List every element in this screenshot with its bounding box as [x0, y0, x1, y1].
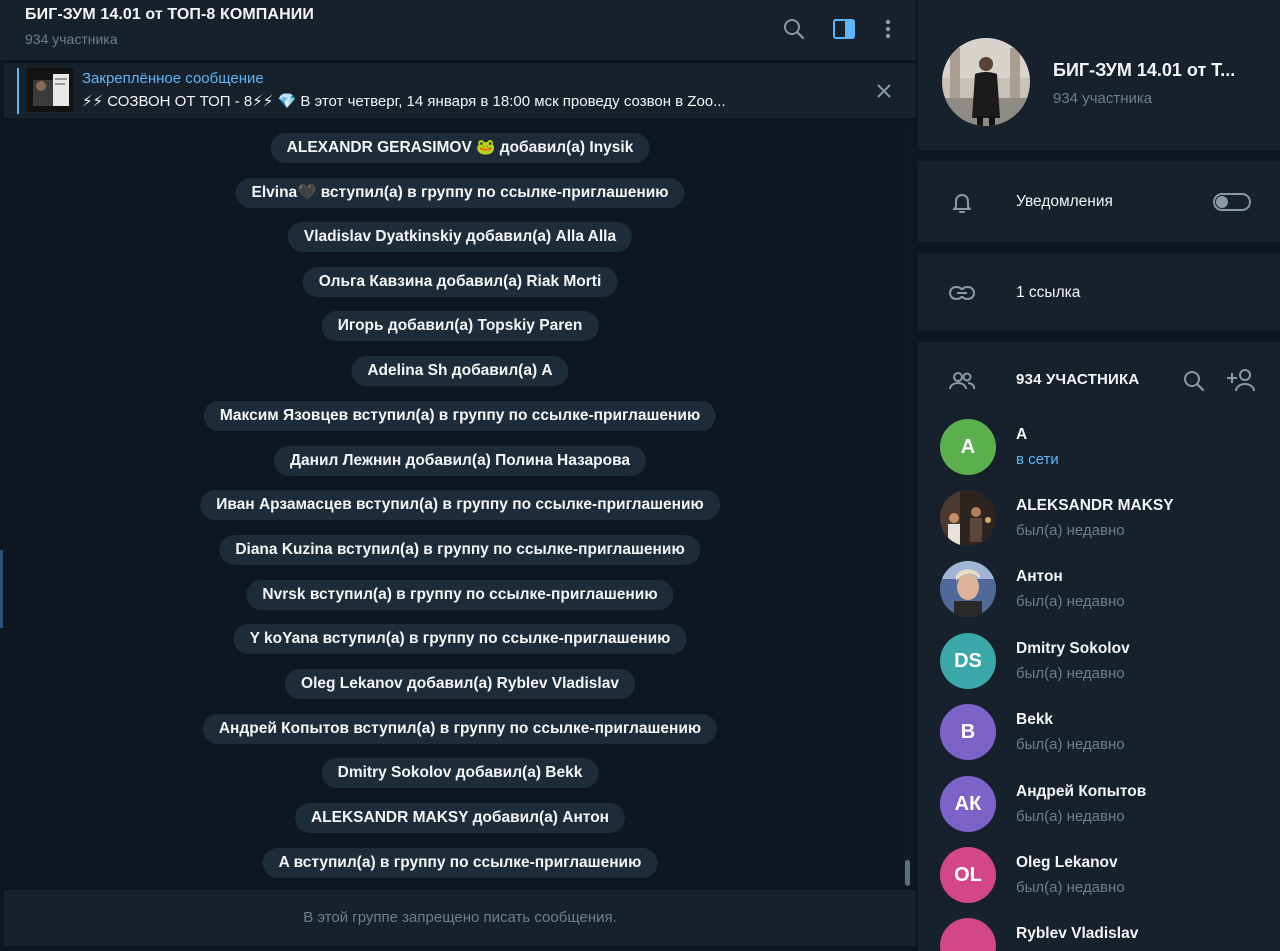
service-message: ALEXANDR GERASIMOV 🐸 добавил(а) Inysik: [270, 133, 650, 163]
members-icon: [948, 367, 976, 395]
member-name: Oleg Lekanov: [1016, 854, 1118, 871]
avatar-initials: DS: [954, 649, 982, 672]
member-name: Ryblev Vladislav: [1016, 925, 1139, 942]
members-title: 934 УЧАСТНИКА: [1016, 371, 1140, 388]
scrollbar-track[interactable]: [904, 126, 911, 886]
avatar: [940, 490, 996, 546]
avatar-initials: АК: [954, 792, 982, 815]
service-message: Ольга Кавзина добавил(а) Riak Morti: [302, 267, 618, 297]
search-members-icon[interactable]: [1182, 369, 1208, 395]
service-message: Elvina🖤 вступил(а) в группу по ссылке-пр…: [235, 178, 685, 208]
sidebar-toggle-icon[interactable]: [828, 14, 860, 44]
bell-icon: [948, 188, 976, 216]
service-message: Dmitry Sokolov добавил(а) Bekk: [321, 758, 599, 788]
more-icon[interactable]: [872, 14, 904, 44]
group-avatar[interactable]: [942, 38, 1030, 126]
member-item[interactable]: OL Oleg Lekanov был(а) недавно: [918, 847, 1280, 917]
member-name: Dmitry Sokolov: [1016, 640, 1130, 657]
service-message: Diana Kuzina вступил(а) в группу по ссыл…: [219, 535, 701, 565]
section-divider: [918, 331, 1280, 342]
group-member-count: 934 участника: [1053, 90, 1153, 107]
group-info-panel: БИГ-ЗУМ 14.01 от Т... 934 участника Увед…: [918, 0, 1280, 951]
member-name: Андрей Копытов: [1016, 783, 1147, 800]
member-name: ALEKSANDR MAKSY: [1016, 497, 1174, 514]
avatar-initials: OL: [954, 863, 982, 886]
toggle-knob: [1216, 196, 1228, 208]
member-status: был(а) недавно: [1016, 736, 1125, 753]
pinned-accent-bar: [17, 68, 19, 114]
member-item[interactable]: DS Dmitry Sokolov был(а) недавно: [918, 633, 1280, 703]
links-label[interactable]: 1 ссылка: [1016, 284, 1080, 302]
service-message: Y koYana вступил(а) в группу по ссылке-п…: [233, 624, 687, 654]
avatar: RV: [940, 918, 996, 951]
member-item[interactable]: B Bekk был(а) недавно: [918, 704, 1280, 774]
link-icon: [948, 279, 976, 307]
avatar-initials: A: [960, 435, 976, 458]
service-message: Данил Лежнин добавил(а) Полина Назарова: [273, 446, 647, 476]
chat-area: БИГ-ЗУМ 14.01 от ТОП-8 КОМПАНИИ 934 учас…: [0, 0, 916, 951]
service-message: Максим Язовцев вступил(а) в группу по сс…: [203, 401, 717, 431]
service-message: Nvrsk вступил(а) в группу по ссылке-приг…: [246, 580, 674, 610]
close-icon[interactable]: [872, 79, 896, 103]
service-message: Игорь добавил(а) Topskiy Paren: [321, 311, 599, 341]
member-status: был(а) недавно: [1016, 808, 1125, 825]
avatar: АК: [940, 776, 996, 832]
section-divider: [918, 242, 1280, 253]
notifications-label[interactable]: Уведомления: [1016, 193, 1113, 211]
member-status: был(а) недавно: [1016, 593, 1125, 610]
service-message: Иван Арзамасцев вступил(а) в группу по с…: [200, 490, 720, 520]
scrollbar-thumb[interactable]: [905, 860, 910, 886]
pinned-label: Закреплённое сообщение: [82, 70, 264, 87]
search-icon[interactable]: [778, 14, 810, 44]
avatar: OL: [940, 847, 996, 903]
service-message: A вступил(а) в группу по ссылке-приглаше…: [262, 848, 658, 878]
group-name: БИГ-ЗУМ 14.01 от Т...: [1053, 60, 1236, 80]
avatar: [940, 561, 996, 617]
member-item[interactable]: ALEKSANDR MAKSY был(а) недавно: [918, 490, 1280, 560]
compose-area: В этой группе запрещено писать сообщения…: [4, 890, 916, 946]
service-message: ALEKSANDR MAKSY добавил(а) Антон: [294, 803, 626, 833]
pinned-message[interactable]: Закреплённое сообщение ⚡⚡ СОЗВОН ОТ ТОП …: [4, 62, 916, 118]
service-message: Андрей Копытов вступил(а) в группу по сс…: [202, 714, 718, 744]
message-list[interactable]: ALEXANDR GERASIMOV 🐸 добавил(а) Inysik E…: [4, 122, 916, 890]
member-item[interactable]: RV Ryblev Vladislav: [918, 918, 1280, 951]
member-status: был(а) недавно: [1016, 522, 1125, 539]
avatar: A: [940, 419, 996, 475]
chat-header[interactable]: БИГ-ЗУМ 14.01 от ТОП-8 КОМПАНИИ 934 учас…: [0, 0, 916, 60]
member-status: был(а) недавно: [1016, 665, 1125, 682]
service-message: Adelina Sh добавил(а) A: [351, 356, 569, 386]
service-message: Vladislav Dyatkinskiy добавил(а) Alla Al…: [287, 222, 633, 252]
member-item[interactable]: Антон был(а) недавно: [918, 561, 1280, 631]
avatar: B: [940, 704, 996, 760]
member-item[interactable]: A A в сети: [918, 419, 1280, 489]
avatar: DS: [940, 633, 996, 689]
member-name: Антон: [1016, 568, 1063, 585]
member-name: A: [1016, 426, 1028, 443]
member-name: Bekk: [1016, 711, 1054, 728]
section-divider: [918, 150, 1280, 161]
left-edge-accent: [0, 550, 3, 628]
pinned-text: ⚡⚡ СОЗВОН ОТ ТОП - 8⚡⚡ 💎 В этот четверг,…: [82, 93, 726, 110]
member-status: в сети: [1016, 451, 1059, 468]
chat-title[interactable]: БИГ-ЗУМ 14.01 от ТОП-8 КОМПАНИИ: [25, 6, 314, 24]
notifications-toggle[interactable]: [1213, 193, 1251, 211]
chat-member-count: 934 участника: [25, 31, 118, 47]
add-member-icon[interactable]: [1225, 367, 1255, 395]
avatar-initials: B: [960, 720, 976, 743]
member-status: был(а) недавно: [1016, 879, 1125, 896]
pinned-thumbnail: [27, 68, 73, 112]
write-restricted-notice: В этой группе запрещено писать сообщения…: [303, 909, 617, 926]
member-item[interactable]: АК Андрей Копытов был(а) недавно: [918, 776, 1280, 846]
service-message: Oleg Lekanov добавил(а) Ryblev Vladislav: [285, 669, 635, 699]
